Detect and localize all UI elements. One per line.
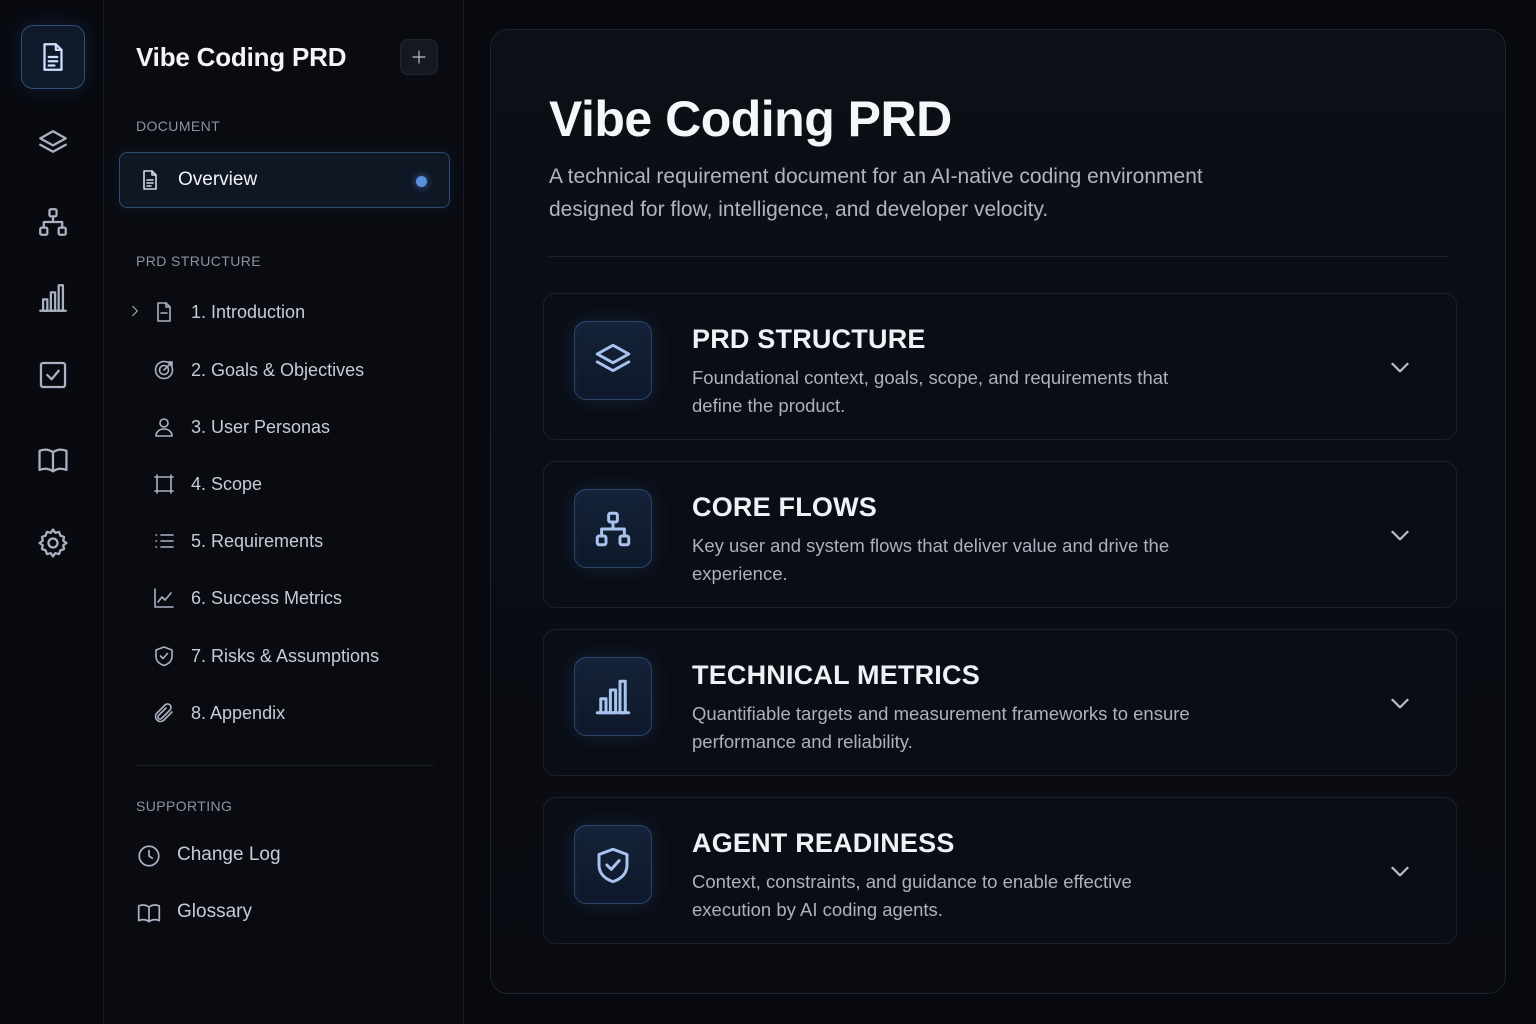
nav-item-label: 7. Risks & Assumptions: [191, 645, 380, 666]
section-card-core-flows[interactable]: CORE FLOWS Key user and system flows tha…: [543, 461, 1457, 608]
active-indicator-dot: [416, 176, 427, 187]
nav-title: Vibe Coding PRD: [136, 42, 347, 72]
trend-chart-icon: [154, 588, 174, 608]
chevron-down-icon[interactable]: [1387, 690, 1413, 716]
book-icon: [38, 448, 68, 473]
rail-flows-button[interactable]: [21, 190, 85, 254]
rail-layers-button[interactable]: [21, 112, 85, 176]
rail-library-button[interactable]: [21, 428, 85, 492]
paperclip-icon: [154, 703, 173, 723]
scope-frame-icon: [154, 474, 174, 494]
section-icon-box: [574, 657, 652, 736]
section-title: CORE FLOWS: [692, 492, 877, 522]
document-nav: Vibe Coding PRD DOCUMENT Overview PRD ST…: [104, 0, 464, 1024]
shield-check-icon: [155, 646, 173, 667]
nav-item-risks[interactable]: 7. Risks & Assumptions: [124, 636, 444, 676]
page-description: A technical requirement document for an …: [549, 165, 1203, 221]
section-title: PRD STRUCTURE: [692, 324, 926, 354]
nav-item-label: 5. Requirements: [191, 530, 324, 551]
section-icon-box: [574, 489, 652, 568]
content-divider: [549, 256, 1449, 257]
section-description: Quantifiable targets and measurement fra…: [692, 703, 1190, 752]
nav-item-label: 8. Appendix: [191, 702, 286, 723]
book-icon: [137, 904, 161, 923]
section-label-document: DOCUMENT: [136, 118, 221, 134]
nav-item-label: 2. Goals & Objectives: [191, 359, 365, 380]
plus-icon: [412, 50, 426, 64]
nav-item-success-metrics[interactable]: 6. Success Metrics: [124, 578, 444, 618]
rail-metrics-button[interactable]: [21, 266, 85, 330]
section-card-technical-metrics[interactable]: TECHNICAL METRICS Quantifiable targets a…: [543, 629, 1457, 776]
nav-item-change-log[interactable]: Change Log: [124, 835, 444, 875]
nav-item-label: Glossary: [177, 901, 252, 922]
nav-item-scope[interactable]: 4. Scope: [124, 464, 444, 504]
chevron-down-icon[interactable]: [1387, 522, 1413, 548]
nav-item-label: 3. User Personas: [191, 416, 331, 437]
section-description: Context, constraints, and guidance to en…: [692, 871, 1132, 920]
nav-item-label: Change Log: [177, 844, 281, 865]
nav-item-overview[interactable]: Overview: [119, 152, 450, 208]
nav-item-label: Overview: [178, 169, 258, 190]
section-icon-box: [574, 825, 652, 904]
nav-item-label: 1. Introduction: [191, 301, 306, 322]
nav-item-glossary[interactable]: Glossary: [124, 892, 444, 932]
nav-divider: [136, 765, 434, 766]
document-icon: [143, 170, 157, 190]
checkbox-icon: [39, 361, 67, 389]
nav-item-appendix[interactable]: 8. Appendix: [124, 693, 444, 733]
sitemap-icon: [595, 511, 631, 546]
document-icon: [157, 302, 171, 322]
nav-item-goals[interactable]: 2. Goals & Objectives: [124, 350, 444, 390]
rail-document-button[interactable]: [21, 25, 85, 89]
shield-check-icon: [597, 847, 629, 883]
section-description: Key user and system flows that deliver v…: [692, 535, 1170, 584]
add-page-button[interactable]: [400, 39, 438, 75]
section-label-supporting: SUPPORTING: [136, 798, 233, 814]
page-title: Vibe Coding PRD: [549, 91, 952, 147]
list-icon: [155, 534, 174, 548]
section-description: Foundational context, goals, scope, and …: [692, 367, 1169, 416]
document-icon: [43, 43, 63, 71]
chevron-right-icon[interactable]: [128, 304, 142, 318]
nav-item-label: 4. Scope: [191, 473, 263, 494]
section-icon-box: [574, 321, 652, 400]
nav-item-introduction[interactable]: 1. Introduction: [124, 292, 444, 332]
nav-item-requirements[interactable]: 5. Requirements: [124, 521, 444, 561]
chevron-down-icon[interactable]: [1387, 858, 1413, 884]
user-icon: [155, 418, 173, 437]
section-title: AGENT READINESS: [692, 828, 955, 858]
icon-rail: [0, 0, 104, 1024]
layers-icon: [595, 343, 631, 372]
layers-icon: [39, 130, 67, 153]
main-content: Vibe Coding PRD A technical requirement …: [490, 29, 1506, 994]
nav-item-user-personas[interactable]: 3. User Personas: [124, 407, 444, 447]
gear-icon: [38, 528, 68, 558]
section-title: TECHNICAL METRICS: [692, 660, 980, 690]
target-icon: [154, 360, 174, 380]
section-label-prd-structure: PRD STRUCTURE: [136, 253, 261, 269]
sitemap-icon: [39, 208, 67, 236]
bar-chart-icon: [595, 679, 631, 714]
bar-chart-icon: [39, 284, 67, 312]
chevron-down-icon[interactable]: [1387, 354, 1413, 380]
rail-tasks-button[interactable]: [21, 343, 85, 407]
nav-item-label: 6. Success Metrics: [191, 587, 343, 608]
clock-icon: [138, 845, 160, 867]
rail-settings-button[interactable]: [21, 511, 85, 575]
section-card-prd-structure[interactable]: PRD STRUCTURE Foundational context, goal…: [543, 293, 1457, 440]
section-card-agent-readiness[interactable]: AGENT READINESS Context, constraints, an…: [543, 797, 1457, 944]
